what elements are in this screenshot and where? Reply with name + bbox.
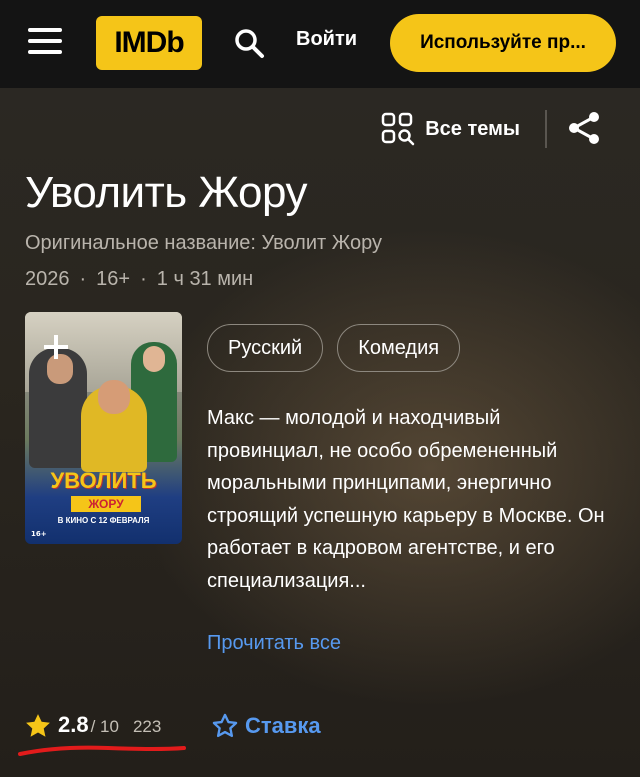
- use-app-button[interactable]: Используйте пр...: [390, 14, 616, 72]
- poster-subtitle: ЖОРУ: [71, 496, 141, 512]
- star-outline-icon: [212, 713, 238, 738]
- genre-chips: Русский Комедия: [207, 324, 461, 372]
- poster-age-badge: 16+: [31, 530, 47, 538]
- plot-summary: Макс — молодой и находчивый провинциал, …: [207, 407, 605, 592]
- share-icon[interactable]: [566, 110, 602, 146]
- rating-value: 2.8: [58, 712, 89, 737]
- star-filled-icon: [26, 714, 50, 737]
- meta-separator: ·: [140, 268, 147, 290]
- poster-image[interactable]: УВОЛИТЬ ЖОРУ В КИНО С 12 ФЕВРАЛЯ 16+: [25, 312, 182, 544]
- release-year[interactable]: 2026: [25, 268, 70, 291]
- imdb-rating[interactable]: 2.8 / 10 223: [24, 712, 161, 740]
- original-title: Оригинальное название: Уволит Жору: [25, 232, 383, 254]
- rate-label: Ставка: [245, 713, 321, 738]
- menu-icon[interactable]: [28, 28, 62, 58]
- runtime: 1 ч 31 мин: [156, 268, 254, 290]
- genre-chip[interactable]: Русский: [207, 324, 324, 372]
- all-topics-button[interactable]: Все темы: [381, 112, 520, 146]
- top-navigation-bar: IMDb Войти Используйте пр...: [0, 0, 640, 88]
- rate-button[interactable]: Ставка: [211, 712, 321, 740]
- rating-max: / 10: [90, 717, 119, 736]
- meta-separator: ·: [79, 268, 87, 290]
- poster-title: УВОЛИТЬ: [50, 468, 157, 493]
- rating-count: 223: [132, 717, 162, 736]
- plus-icon[interactable]: [41, 332, 71, 362]
- all-topics-label: Все темы: [425, 117, 520, 140]
- login-link[interactable]: Войти: [296, 28, 357, 51]
- grid-search-icon: [381, 112, 415, 146]
- title-metadata: 2026 · 16+ · 1 ч 31 мин: [25, 268, 253, 291]
- genre-chip[interactable]: Комедия: [337, 324, 461, 372]
- page-title: Уволить Жору: [25, 168, 308, 217]
- age-rating[interactable]: 16+: [96, 268, 130, 291]
- imdb-logo[interactable]: IMDb: [96, 16, 202, 70]
- red-underline-annotation: [18, 745, 186, 756]
- poster-release-date: В КИНО С 12 ФЕВРАЛЯ: [57, 516, 150, 525]
- read-all-link[interactable]: Прочитать все: [207, 632, 341, 655]
- toolbar-divider: [545, 110, 547, 148]
- search-icon[interactable]: [232, 26, 266, 60]
